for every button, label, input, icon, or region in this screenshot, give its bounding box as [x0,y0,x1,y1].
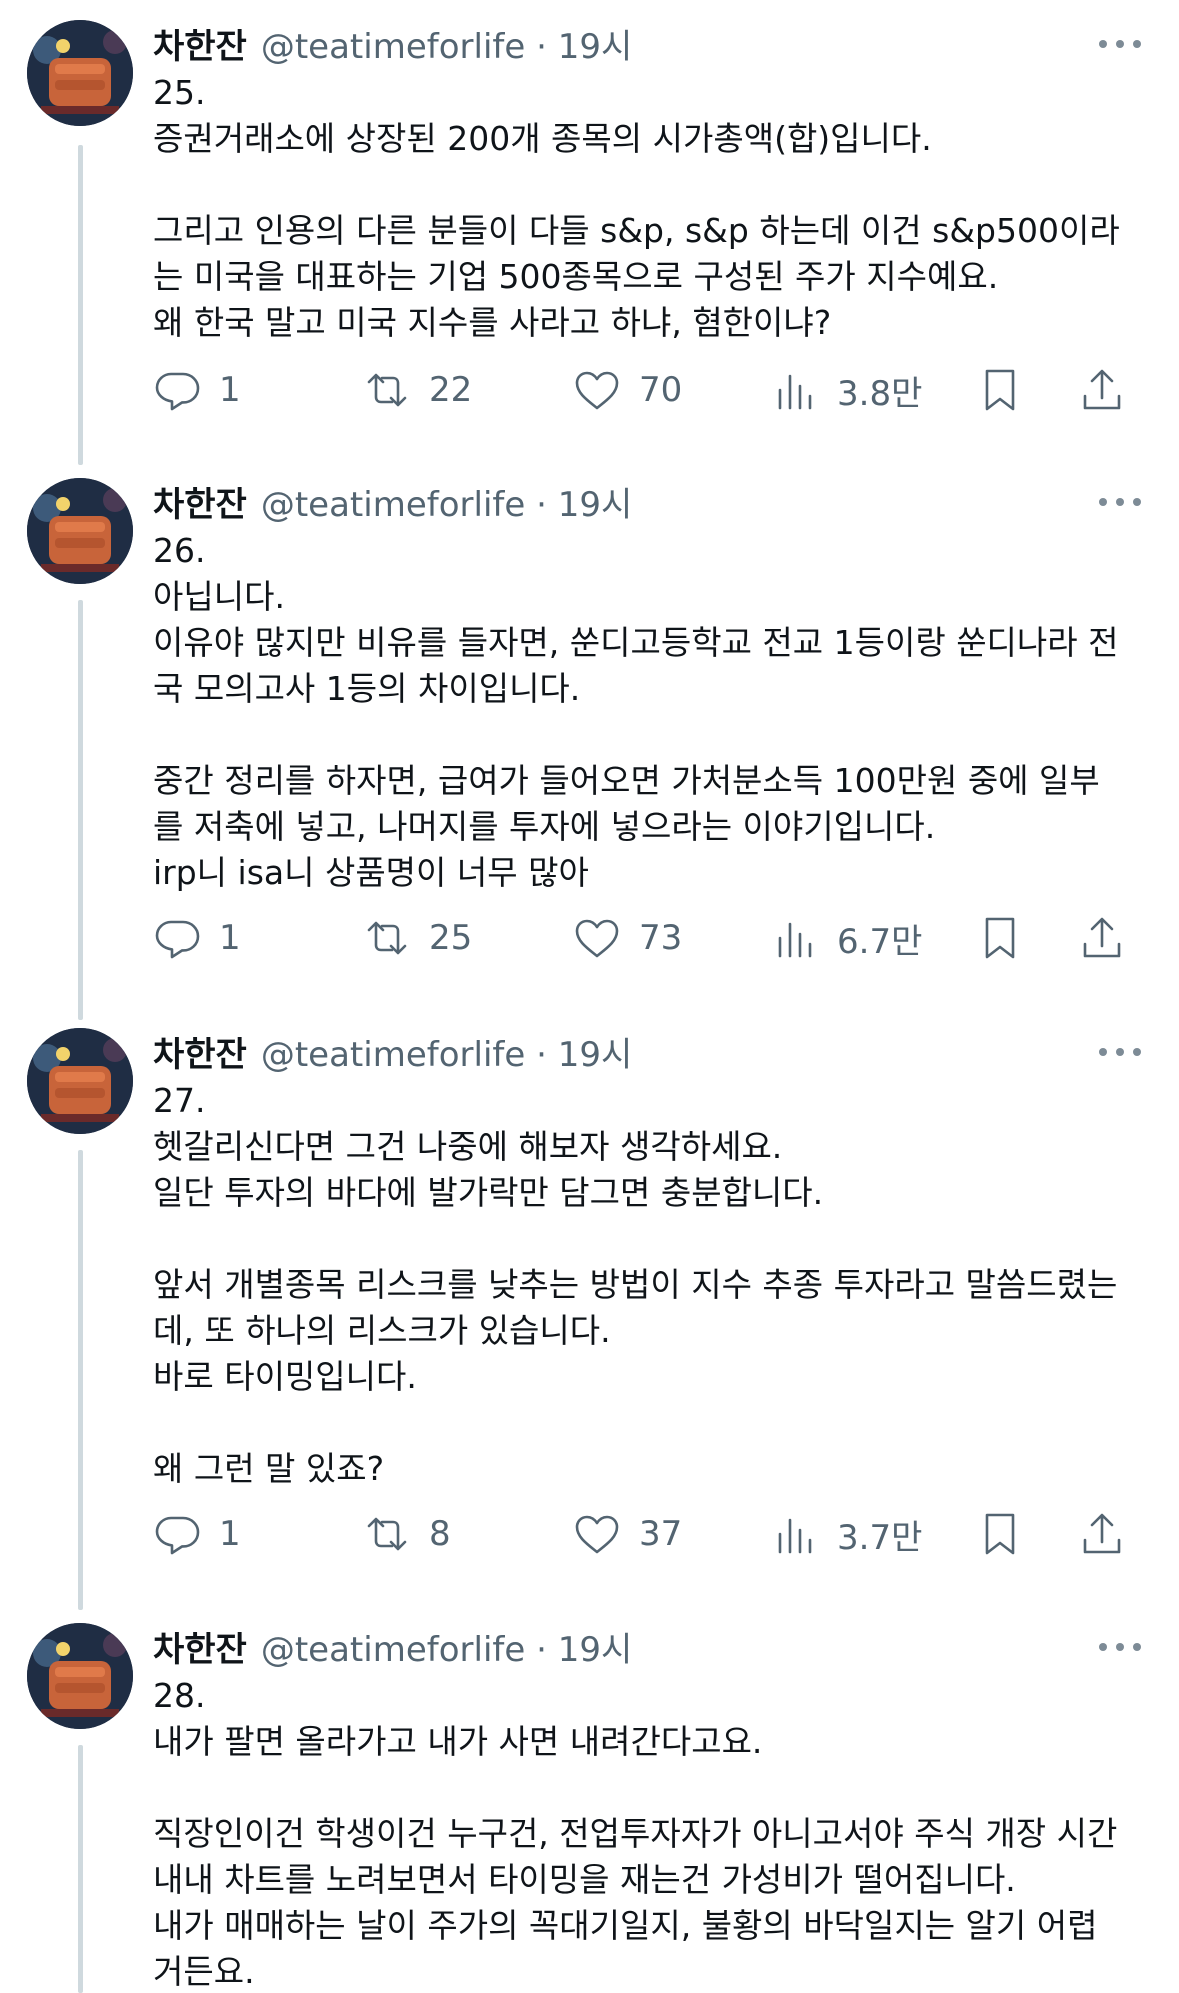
tweet[interactable]: 차한잔 @teatimeforlife · 19시 25. 증권거래소에 상장된… [0,0,1179,450]
tweet[interactable]: 차한잔 @teatimeforlife · 19시 26. 아닙니다. 이유야 … [0,458,1179,998]
tweet-text: 28. 내가 팔면 올라가고 내가 사면 내려간다고요. 직장인이건 학생이건 … [153,1676,1118,1991]
view-count: 3.7만 [837,1517,923,1558]
tweet-text: 25. 증권거래소에 상장된 200개 종목의 시가총액(합)입니다. 그리고 … [153,73,1120,342]
more-options-icon[interactable] [1095,26,1145,62]
like-button[interactable]: 37 [573,1504,682,1564]
bookmark-icon [985,369,1015,411]
heart-icon [575,371,619,410]
bookmark-icon [985,1513,1015,1555]
views-button[interactable]: 3.7만 [771,1504,922,1564]
tweet[interactable]: 차한잔 @teatimeforlife · 19시 27. 헷갈리신다면 그건 … [0,1008,1179,1598]
tweet-header: 차한잔 @teatimeforlife · 19시 [153,1026,632,1076]
more-options-icon[interactable] [1095,1034,1145,1070]
retweet-button[interactable]: 22 [363,360,472,420]
bookmark-button[interactable] [976,1504,1024,1564]
display-name[interactable]: 차한잔 [153,1027,247,1076]
tweet-header: 차한잔 @teatimeforlife · 19시 [153,18,632,68]
handle-and-time[interactable]: @teatimeforlife · 19시 [261,477,632,526]
like-count: 37 [639,1514,683,1554]
avatar-image [27,1028,133,1134]
avatar[interactable] [27,478,133,584]
avatar[interactable] [27,1028,133,1134]
more-options-icon[interactable] [1095,484,1145,520]
action-bar: 1 25 73 6.7만 [153,908,1153,968]
views-button[interactable]: 3.8만 [771,360,922,420]
display-name[interactable]: 차한잔 [153,19,247,68]
tweet-header: 차한잔 @teatimeforlife · 19시 [153,476,632,526]
heart-icon [575,1515,619,1554]
tweet[interactable]: 차한잔 @teatimeforlife · 19시 28. 내가 팔면 올라가고… [0,1603,1179,1993]
reply-icon [155,1516,200,1555]
tweet-header: 차한잔 @teatimeforlife · 19시 [153,1621,632,1671]
display-name[interactable]: 차한잔 [153,477,247,526]
share-icon [1083,1513,1121,1554]
like-count: 73 [639,918,683,958]
retweet-button[interactable]: 8 [363,1504,451,1564]
bookmark-button[interactable] [976,360,1024,420]
reply-count: 1 [219,918,241,958]
avatar-image [27,1623,133,1729]
share-icon [1083,369,1121,410]
tweet-text: 27. 헷갈리신다면 그건 나중에 해보자 생각하세요. 일단 투자의 바다에 … [153,1081,1118,1488]
tweet-text: 26. 아닙니다. 이유야 많지만 비유를 들자면, 쑨디고등학교 전교 1등이… [153,531,1119,892]
avatar-image [27,478,133,584]
reply-button[interactable]: 1 [153,908,241,968]
avatar[interactable] [27,1623,133,1729]
reply-count: 1 [219,370,241,410]
reply-count: 1 [219,1514,241,1554]
share-button[interactable] [1078,360,1126,420]
retweet-icon [367,921,407,955]
display-name[interactable]: 차한잔 [153,1622,247,1671]
retweet-button[interactable]: 25 [363,908,472,968]
like-button[interactable]: 70 [573,360,682,420]
handle-and-time[interactable]: @teatimeforlife · 19시 [261,1622,632,1671]
more-options-icon[interactable] [1095,1629,1145,1665]
views-button[interactable]: 6.7만 [771,908,922,968]
avatar[interactable] [27,20,133,126]
view-count: 6.7만 [837,921,923,962]
action-bar: 1 22 70 3.8만 [153,360,1153,420]
share-button[interactable] [1078,908,1126,968]
heart-icon [575,919,619,958]
retweet-count: 22 [429,370,473,410]
analytics-icon [778,374,812,410]
reply-icon [155,372,200,411]
reply-button[interactable]: 1 [153,1504,241,1564]
avatar-image [27,20,133,126]
retweet-icon [367,373,407,407]
like-button[interactable]: 73 [573,908,682,968]
share-icon [1083,917,1121,958]
retweet-icon [367,1517,407,1551]
reply-icon [155,920,200,959]
retweet-count: 8 [429,1514,451,1554]
view-count: 3.8만 [837,373,923,414]
handle-and-time[interactable]: @teatimeforlife · 19시 [261,19,632,68]
action-bar: 1 8 37 3.7만 [153,1504,1153,1564]
share-button[interactable] [1078,1504,1126,1564]
retweet-count: 25 [429,918,473,958]
like-count: 70 [639,370,683,410]
bookmark-button[interactable] [976,908,1024,968]
analytics-icon [778,1518,812,1554]
handle-and-time[interactable]: @teatimeforlife · 19시 [261,1027,632,1076]
reply-button[interactable]: 1 [153,360,241,420]
analytics-icon [778,922,812,958]
bookmark-icon [985,917,1015,959]
